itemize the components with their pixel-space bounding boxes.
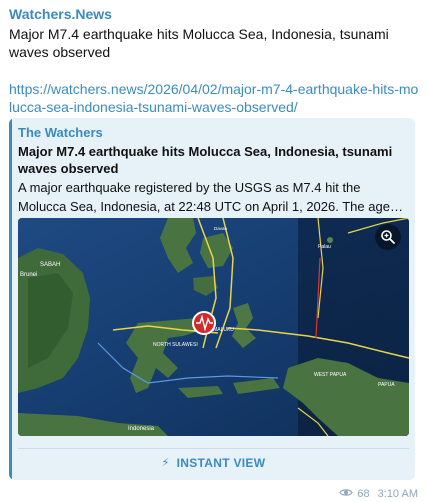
lightning-icon: ⚡ xyxy=(161,457,170,469)
channel-name[interactable]: Watchers.News xyxy=(9,6,112,22)
view-count: 68 xyxy=(357,488,370,500)
map-graphic: Brunei SABAH NORTH MALUKU NORTH SULAWESI… xyxy=(18,218,409,436)
preview-accent-bar xyxy=(9,118,12,480)
map-label-west-papua: WEST PAPUA xyxy=(314,372,347,378)
instant-view-button[interactable]: ⚡ INSTANT VIEW xyxy=(18,448,409,476)
eye-icon xyxy=(339,488,354,500)
map-label-sabah: SABAH xyxy=(40,262,60,268)
preview-description: A major earthquake registered by the USG… xyxy=(18,180,403,214)
map-label-papua: PAPUA xyxy=(378,382,395,388)
instant-view-label: INSTANT VIEW xyxy=(176,455,266,470)
message-time: 3:10 AM xyxy=(377,488,418,500)
map-label-indonesia: Indonesia xyxy=(128,426,155,432)
map-label-davao: Davao xyxy=(214,226,228,231)
message-bubble: Watchers.News Major M7.4 earthquake hits… xyxy=(0,0,428,502)
epicenter-marker xyxy=(192,311,216,335)
message-meta: 68 3:10 AM xyxy=(339,488,418,500)
map-label-north-sulawesi: NORTH SULAWESI xyxy=(153,342,198,348)
preview-map-image[interactable]: Brunei SABAH NORTH MALUKU NORTH SULAWESI… xyxy=(18,218,409,436)
zoom-in-button[interactable] xyxy=(375,224,401,250)
preview-site-name: The Watchers xyxy=(18,125,103,140)
message-text: Major M7.4 earthquake hits Molucca Sea, … xyxy=(9,26,389,60)
preview-title: Major M7.4 earthquake hits Molucca Sea, … xyxy=(18,144,393,176)
link-preview[interactable]: The Watchers Major M7.4 earthquake hits … xyxy=(9,118,415,480)
zoom-icon xyxy=(381,230,395,244)
map-label-palau: Palau xyxy=(318,244,331,250)
map-label-brunei: Brunei xyxy=(20,272,37,278)
article-link[interactable]: https://watchers.news/2026/04/02/major-m… xyxy=(9,80,419,116)
